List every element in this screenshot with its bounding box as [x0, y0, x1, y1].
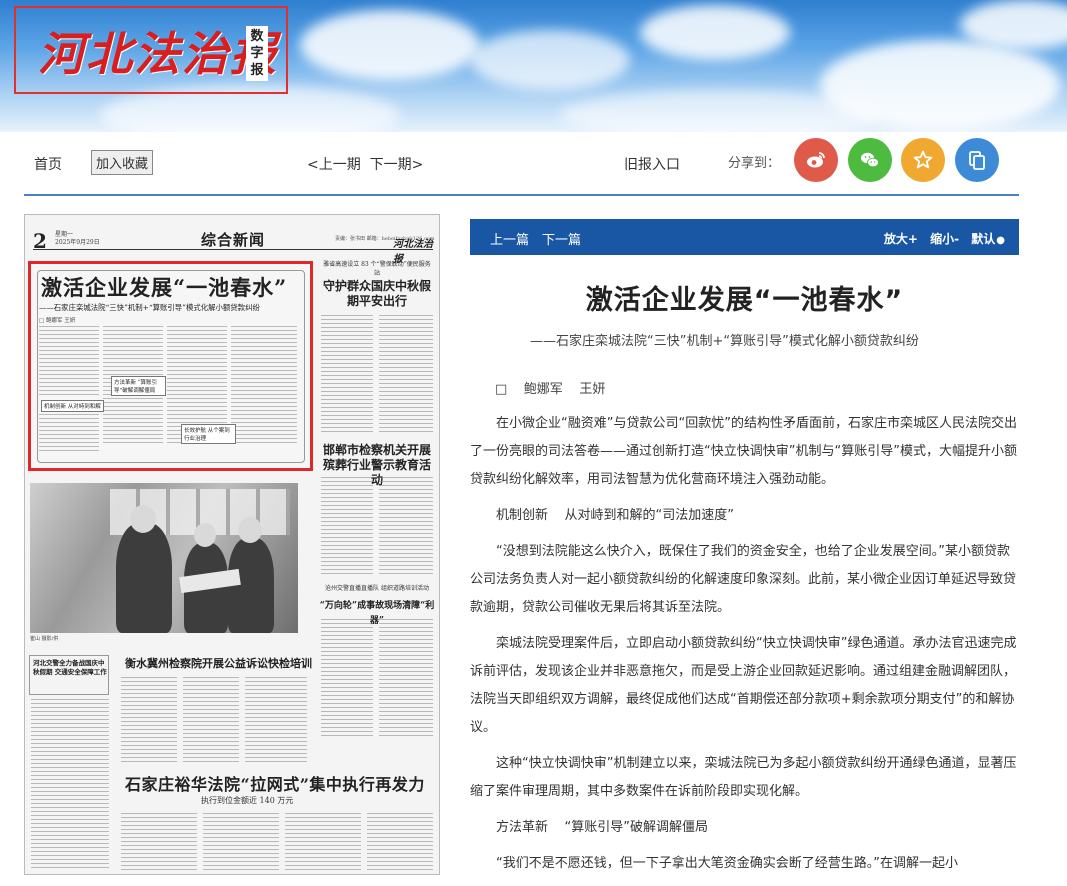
story-kicker: 沧州交警直播直播队 组织道路培训活动: [325, 585, 429, 592]
photo-face: [238, 517, 262, 543]
wechat-share-button[interactable]: [848, 138, 892, 182]
lead-article-subtitle: ——石家庄栾城法院“三快”机制+“算账引导”模式化解小额贷款纠纷: [39, 303, 260, 312]
logo-text: 河北法治报: [38, 27, 278, 81]
article-section-heading: 方法革新 “算账引导”破解调解僵局: [496, 820, 708, 835]
favorite-share-button[interactable]: [901, 138, 945, 182]
article-paragraph: “没想到法院能这么快介入，既保住了我们的资金安全，也给了企业发展空间。”某小额贷…: [470, 544, 1017, 615]
text-column: [379, 477, 433, 577]
story-headline[interactable]: 守护群众国庆中秋假期平安出行: [321, 279, 433, 309]
copy-share-button[interactable]: [955, 138, 999, 182]
article-paragraph: 栾城法院受理案件后，立即启动小额贷款纠纷“快立快调快审”绿色通道。承办法官迅速完…: [470, 636, 1017, 735]
copy-icon: [969, 151, 985, 170]
photo-face: [194, 523, 216, 547]
logo-sub-char: 报: [250, 63, 264, 78]
page-date-line: 2025年9月29日: [55, 239, 100, 246]
story-box[interactable]: 河北交警全力备战国庆中秋假期 交通安全保障工作: [29, 655, 109, 695]
photo-caption: 崔山 摄影/供: [30, 636, 59, 642]
text-column: [203, 813, 279, 873]
text-column: [321, 315, 373, 435]
text-column: [367, 813, 433, 873]
lead-article-author: □ 鲍娜军 王妍: [39, 318, 76, 324]
toolbar: 首页 加入收藏 <上一期 下一期> 旧报入口 分享到：: [24, 138, 1019, 196]
issue-navigation: <上一期 下一期>: [307, 154, 423, 174]
article-toolbar: 上一篇 下一篇 放大+ 缩小- 默认●: [470, 219, 1019, 255]
story-headline[interactable]: 衡水冀州检察院开展公益诉讼快检培训: [125, 655, 312, 671]
article-body: 在小微企业“融资难”与贷款公司“回款忧”的结构性矛盾面前，石家庄市栾城区人民法院…: [470, 410, 1019, 886]
logo-sub-char: 数: [250, 29, 264, 44]
article-paragraph: 在小微企业“融资难”与贷款公司“回款忧”的结构性矛盾面前，石家庄市栾城区人民法院…: [470, 416, 1017, 487]
prev-article-link[interactable]: 上一篇: [490, 229, 529, 248]
article-title: 激活企业发展“一池春水”: [585, 285, 904, 316]
photo-face: [130, 505, 156, 533]
page-section-title: 综合新闻: [201, 231, 266, 249]
old-issue-link[interactable]: 旧报入口: [624, 154, 680, 174]
article-subtitle: ——石家庄栾城法院“三快”机制+“算账引导”模式化解小额贷款纠纷: [530, 334, 919, 349]
article-author: □ 鲍娜军 王妍: [495, 382, 606, 397]
cloud-decoration: [640, 5, 790, 60]
sub-heading-box: 长效护航 从个案到行业治理: [181, 424, 236, 444]
sub-heading-box: 方法革新 “算账引导”破解调解僵局: [111, 376, 166, 396]
header-banner: 河北法治报 数 字 报: [0, 0, 1067, 132]
text-column: [321, 477, 373, 577]
newspaper-page-thumbnail[interactable]: 2 星期一 2025年9月29日 综合新闻 责编：张书田 邮箱：hebeifaz…: [24, 214, 440, 875]
home-link[interactable]: 首页: [34, 154, 62, 174]
default-size-label: 默认: [971, 232, 996, 246]
story-subhead: 执行到位金额近 140 万元: [201, 796, 294, 805]
add-favorite-button[interactable]: 加入收藏: [91, 150, 154, 175]
circle-icon: ●: [996, 235, 1005, 246]
news-photo[interactable]: [30, 483, 298, 633]
text-column: [245, 677, 307, 765]
cloud-decoration: [470, 30, 630, 90]
zoom-in-button[interactable]: 放大+: [884, 232, 918, 246]
star-icon: [913, 150, 933, 169]
text-column: [39, 414, 99, 454]
logo-subtitle: 数 字 报: [246, 26, 268, 81]
text-column: [379, 315, 433, 435]
share-label: 分享到：: [728, 156, 781, 171]
selected-article-hotspot[interactable]: 激活企业发展“一池春水” ——石家庄栾城法院“三快”机制+“算账引导”模式化解小…: [28, 261, 313, 471]
default-size-button[interactable]: 默认●: [971, 232, 1005, 246]
cloud-decoration: [300, 10, 480, 80]
story-headline-large[interactable]: 石家庄裕华法院“拉网式”集中执行再发力: [125, 771, 425, 795]
page-rule: [33, 249, 433, 250]
site-logo[interactable]: 河北法治报 数 字 报: [14, 6, 288, 94]
story-box-title: 河北交警全力备战国庆中秋假期 交通安全保障工作: [33, 659, 107, 676]
lead-article-title: 激活企业发展“一池春水”: [41, 275, 288, 300]
text-column: [31, 699, 109, 869]
next-issue-link[interactable]: 下一期>: [370, 157, 424, 173]
wechat-icon: [861, 152, 879, 168]
text-column: [231, 326, 297, 446]
next-article-link[interactable]: 下一篇: [542, 229, 581, 248]
article-paragraph: “我们不是不愿还钱，但一下子拿出大笔资金确实会断了经营生路。”在调解一起小: [496, 856, 958, 871]
text-column: [379, 619, 433, 739]
cloud-decoration: [560, 90, 880, 132]
prev-issue-link[interactable]: <上一期: [307, 157, 361, 173]
sub-heading-box: 机制创新 从对峙到和解: [41, 400, 104, 412]
font-size-controls: 放大+ 缩小- 默认●: [876, 230, 1005, 247]
text-column: [321, 619, 373, 739]
text-column: [285, 813, 361, 873]
logo-sub-char: 字: [250, 46, 264, 61]
article-paragraph: 这种“快立快调快审”机制建立以来，栾城法院已为多起小额贷款纠纷开通绿色通道，显著…: [470, 756, 1017, 799]
text-column: [183, 677, 239, 765]
text-column: [121, 677, 177, 765]
story-kicker: 雅省高速设立 83 个“警保联动”便民服务站: [323, 261, 431, 277]
page-date-line: 星期一: [55, 231, 74, 238]
weibo-share-button[interactable]: [794, 138, 838, 182]
text-column: [39, 326, 99, 396]
page-date: 星期一 2025年9月29日: [55, 231, 100, 247]
photo-figure: [116, 523, 172, 633]
text-column: [121, 813, 197, 873]
article-section-heading: 机制创新 从对峙到和解的“司法加速度”: [496, 508, 734, 523]
zoom-out-button[interactable]: 缩小-: [930, 232, 959, 246]
weibo-icon: [807, 152, 825, 168]
